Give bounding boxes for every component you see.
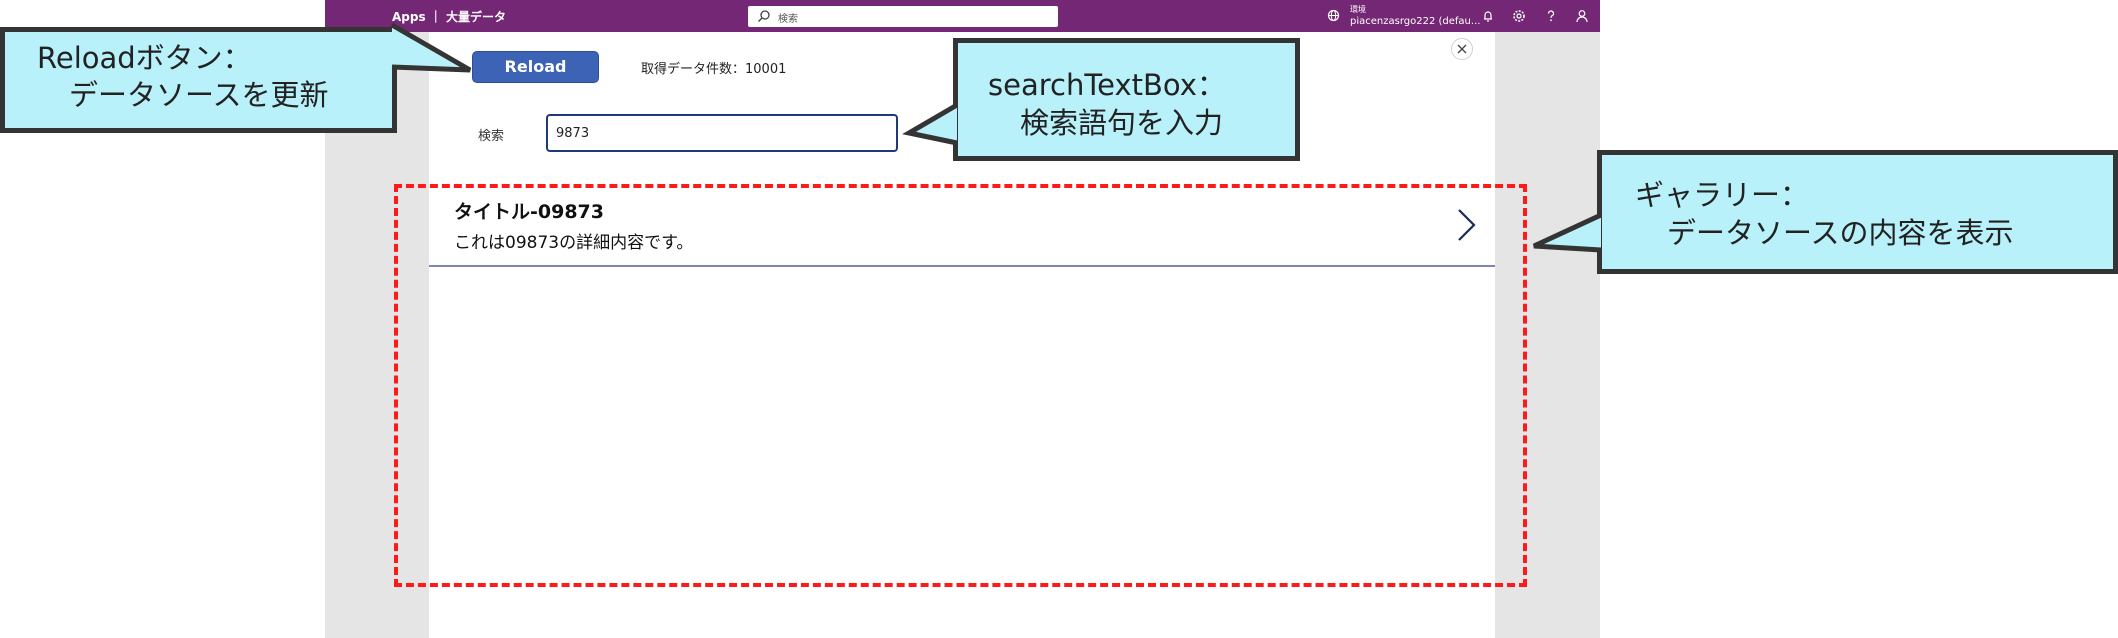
- global-search-box[interactable]: 検索: [748, 6, 1058, 27]
- help-icon[interactable]: [1543, 8, 1559, 24]
- callout-search-line1: searchTextBox：: [988, 68, 1226, 102]
- callout-reload-line2: データソースを更新: [69, 78, 329, 112]
- top-bar: Apps ｜ 大量データ 検索 環境 piacenzasrgo222 (defa…: [325, 0, 1600, 32]
- callout-reload-line1: Reloadボタン：: [37, 41, 252, 75]
- callout-gallery-line1: ギャラリー：: [1635, 178, 1810, 212]
- environment-picker[interactable]: 環境 piacenzasrgo222 (defau...: [1327, 3, 1480, 29]
- callout-reload-tail: [390, 22, 472, 73]
- gallery-item-title: タイトル-09873: [454, 201, 604, 223]
- environment-label: 環境: [1350, 5, 1366, 14]
- chevron-right-icon[interactable]: [1454, 207, 1478, 243]
- close-icon: [1457, 44, 1467, 54]
- environment-icon: [1327, 9, 1340, 22]
- search-label: 検索: [478, 129, 505, 144]
- callout-search-line2: 検索語句を入力: [1020, 106, 1224, 140]
- environment-value: piacenzasrgo222 (defau...: [1350, 16, 1481, 27]
- gallery: タイトル-09873 これは09873の詳細内容です。: [429, 185, 1495, 585]
- close-button[interactable]: [1451, 38, 1473, 60]
- callout-gallery: ギャラリー： データソースの内容を表示: [1597, 150, 2118, 274]
- gear-icon[interactable]: [1511, 8, 1527, 24]
- callout-gallery-tail: [1532, 212, 1603, 253]
- search-icon: [758, 10, 770, 22]
- search-text-box[interactable]: [546, 114, 898, 152]
- reload-button[interactable]: Reload: [472, 51, 599, 83]
- callout-search: searchTextBox： 検索語句を入力: [953, 38, 1300, 161]
- user-icon[interactable]: [1574, 8, 1590, 24]
- gallery-item-subtitle: これは09873の詳細内容です。: [454, 233, 694, 253]
- callout-search-tail: [902, 102, 959, 146]
- callout-reload: Reloadボタン： データソースを更新: [0, 27, 397, 133]
- record-count-label: 取得データ件数：10001: [641, 62, 787, 77]
- callout-gallery-line2: データソースの内容を表示: [1667, 216, 2014, 250]
- bell-icon[interactable]: [1480, 8, 1496, 24]
- global-search-placeholder: 検索: [778, 14, 798, 25]
- gallery-item[interactable]: タイトル-09873 これは09873の詳細内容です。: [429, 185, 1495, 267]
